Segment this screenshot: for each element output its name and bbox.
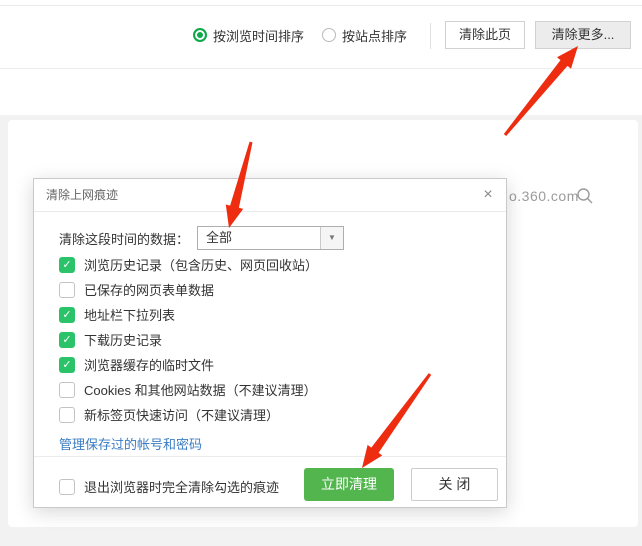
checkbox: ✓: [59, 332, 75, 348]
footer-divider: [34, 456, 506, 457]
history-toolbar: 按浏览时间排序 按站点排序 清除此页 清除更多...: [0, 0, 642, 68]
time-range-selected-value: 全部: [198, 227, 320, 249]
clear-item-row[interactable]: 新标签页快速访问（不建议清理）: [59, 402, 486, 427]
checkbox-label: 浏览器缓存的临时文件: [84, 355, 214, 374]
top-divider-line: [0, 5, 642, 6]
background-url-text: o.360.com: [509, 188, 579, 204]
time-range-label: 清除这段时间的数据：: [59, 229, 189, 248]
radio-icon: [322, 28, 336, 42]
close-icon[interactable]: ×: [479, 186, 497, 204]
chevron-down-icon[interactable]: ▼: [320, 227, 343, 249]
search-icon[interactable]: [576, 187, 594, 205]
close-dialog-button[interactable]: 关 闭: [411, 468, 498, 501]
checkbox-label: 已保存的网页表单数据: [84, 280, 214, 299]
radio-label: 按站点排序: [342, 26, 407, 45]
dialog-title-bar: 清除上网痕迹 ×: [34, 179, 506, 212]
clean-now-button[interactable]: 立即清理: [304, 468, 394, 501]
exit-clear-checkbox-row[interactable]: 退出浏览器时完全清除勾选的痕迹: [59, 477, 279, 496]
clear-item-row[interactable]: ✓ 浏览历史记录（包含历史、网页回收站）: [59, 252, 486, 277]
radio-sort-by-time[interactable]: 按浏览时间排序: [193, 22, 304, 48]
checkbox: ✓: [59, 357, 75, 373]
time-range-select[interactable]: 全部 ▼: [197, 226, 344, 250]
clear-item-row[interactable]: 已保存的网页表单数据: [59, 277, 486, 302]
manage-passwords-link[interactable]: 管理保存过的帐号和密码: [59, 434, 202, 453]
time-range-row: 清除这段时间的数据： 全部 ▼: [59, 226, 486, 250]
radio-sort-by-site[interactable]: 按站点排序: [322, 22, 407, 48]
clear-items-list: ✓ 浏览历史记录（包含历史、网页回收站） 已保存的网页表单数据 ✓ 地址栏下拉列…: [59, 252, 486, 427]
clear-item-row[interactable]: Cookies 和其他网站数据（不建议清理）: [59, 377, 486, 402]
checkbox: [59, 479, 75, 495]
checkbox: [59, 282, 75, 298]
clear-more-button[interactable]: 清除更多...: [535, 21, 631, 49]
clear-item-row[interactable]: ✓ 下载历史记录: [59, 327, 486, 352]
checkbox: [59, 382, 75, 398]
radio-icon: [193, 28, 207, 42]
radio-label: 按浏览时间排序: [213, 26, 304, 45]
clear-this-page-button[interactable]: 清除此页: [445, 21, 525, 49]
dialog-body: 清除这段时间的数据： 全部 ▼ ✓ 浏览历史记录（包含历史、网页回收站） 已保存…: [59, 212, 486, 454]
checkbox-label: 浏览历史记录（包含历史、网页回收站）: [84, 255, 318, 274]
toolbar-divider: [430, 23, 431, 49]
checkbox: [59, 407, 75, 423]
checkbox-label: 地址栏下拉列表: [84, 305, 175, 324]
checkbox-label: 新标签页快速访问（不建议清理）: [84, 405, 279, 424]
clear-item-row[interactable]: ✓ 地址栏下拉列表: [59, 302, 486, 327]
dialog-title: 清除上网痕迹: [34, 179, 506, 211]
checkbox: ✓: [59, 307, 75, 323]
checkbox-label: 下载历史记录: [84, 330, 162, 349]
checkbox-label: Cookies 和其他网站数据（不建议清理）: [84, 380, 317, 399]
checkbox-label: 退出浏览器时完全清除勾选的痕迹: [84, 477, 279, 496]
checkbox: ✓: [59, 257, 75, 273]
clear-traces-dialog: 清除上网痕迹 × 清除这段时间的数据： 全部 ▼ ✓ 浏览历史记录（包含历史、网…: [33, 178, 507, 508]
header-divider-line: [0, 68, 642, 69]
clear-item-row[interactable]: ✓ 浏览器缓存的临时文件: [59, 352, 486, 377]
